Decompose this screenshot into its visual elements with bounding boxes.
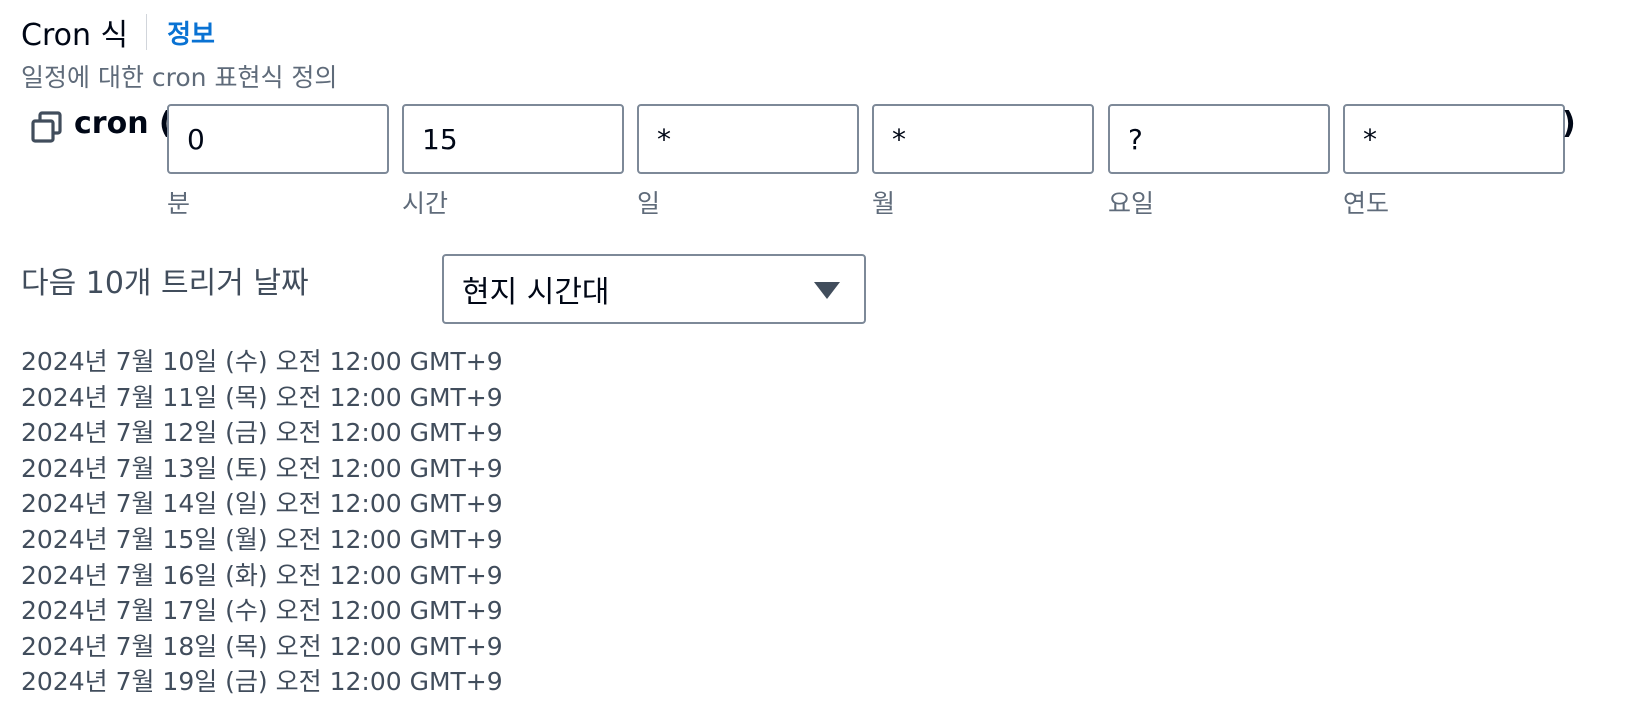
trigger-date-item: 2024년 7월 18일 (목) 오전 12:00 GMT+9 bbox=[21, 631, 503, 661]
cron-field-day-of-week: 요일 bbox=[1108, 104, 1330, 220]
day-of-month-label: 일 bbox=[637, 189, 661, 218]
section-title: Cron 식 bbox=[21, 18, 129, 53]
info-link[interactable]: 정보 bbox=[167, 14, 215, 51]
year-input[interactable] bbox=[1343, 104, 1565, 174]
timezone-selected-value: 현지 시간대 bbox=[462, 275, 610, 310]
cron-field-hours: 시간 bbox=[402, 104, 624, 220]
section-description: 일정에 대한 cron 표현식 정의 bbox=[21, 63, 338, 92]
trigger-date-item: 2024년 7월 11일 (목) 오전 12:00 GMT+9 bbox=[21, 382, 503, 412]
cron-suffix: ) bbox=[1562, 106, 1576, 141]
next-triggers-label: 다음 10개 트리거 날짜 bbox=[21, 266, 309, 301]
trigger-date-item: 2024년 7월 12일 (금) 오전 12:00 GMT+9 bbox=[21, 418, 503, 448]
trigger-date-item: 2024년 7월 17일 (수) 오전 12:00 GMT+9 bbox=[21, 596, 503, 626]
trigger-date-item: 2024년 7월 19일 (금) 오전 12:00 GMT+9 bbox=[21, 667, 503, 697]
day-of-week-label: 요일 bbox=[1108, 189, 1155, 218]
year-label: 연도 bbox=[1343, 189, 1390, 218]
timezone-select[interactable]: 현지 시간대 bbox=[442, 254, 866, 324]
cron-field-month: 월 bbox=[872, 104, 1094, 220]
copy-icon[interactable] bbox=[30, 110, 64, 144]
trigger-date-item: 2024년 7월 15일 (월) 오전 12:00 GMT+9 bbox=[21, 524, 503, 554]
month-input[interactable] bbox=[872, 104, 1094, 174]
cron-field-minutes: 분 bbox=[167, 104, 389, 220]
cron-prefix: cron ( bbox=[74, 106, 173, 141]
day-of-month-input[interactable] bbox=[637, 104, 859, 174]
trigger-date-item: 2024년 7월 14일 (일) 오전 12:00 GMT+9 bbox=[21, 489, 503, 519]
section-header: Cron 식 정보 bbox=[21, 12, 215, 53]
header-divider bbox=[146, 14, 148, 50]
hours-label: 시간 bbox=[402, 189, 449, 218]
trigger-date-item: 2024년 7월 16일 (화) 오전 12:00 GMT+9 bbox=[21, 560, 503, 590]
caret-down-icon bbox=[814, 282, 840, 299]
day-of-week-input[interactable] bbox=[1108, 104, 1330, 174]
trigger-date-item: 2024년 7월 13일 (토) 오전 12:00 GMT+9 bbox=[21, 453, 503, 483]
trigger-date-item: 2024년 7월 10일 (수) 오전 12:00 GMT+9 bbox=[21, 347, 503, 376]
minutes-input[interactable] bbox=[167, 104, 389, 174]
cron-field-year: 연도 bbox=[1343, 104, 1565, 220]
minutes-label: 분 bbox=[167, 189, 191, 218]
month-label: 월 bbox=[872, 189, 896, 218]
trigger-dates-list: 2024년 7월 10일 (수) 오전 12:00 GMT+9 2024년 7월… bbox=[21, 344, 503, 700]
hours-input[interactable] bbox=[402, 104, 624, 174]
cron-field-day-of-month: 일 bbox=[637, 104, 859, 220]
